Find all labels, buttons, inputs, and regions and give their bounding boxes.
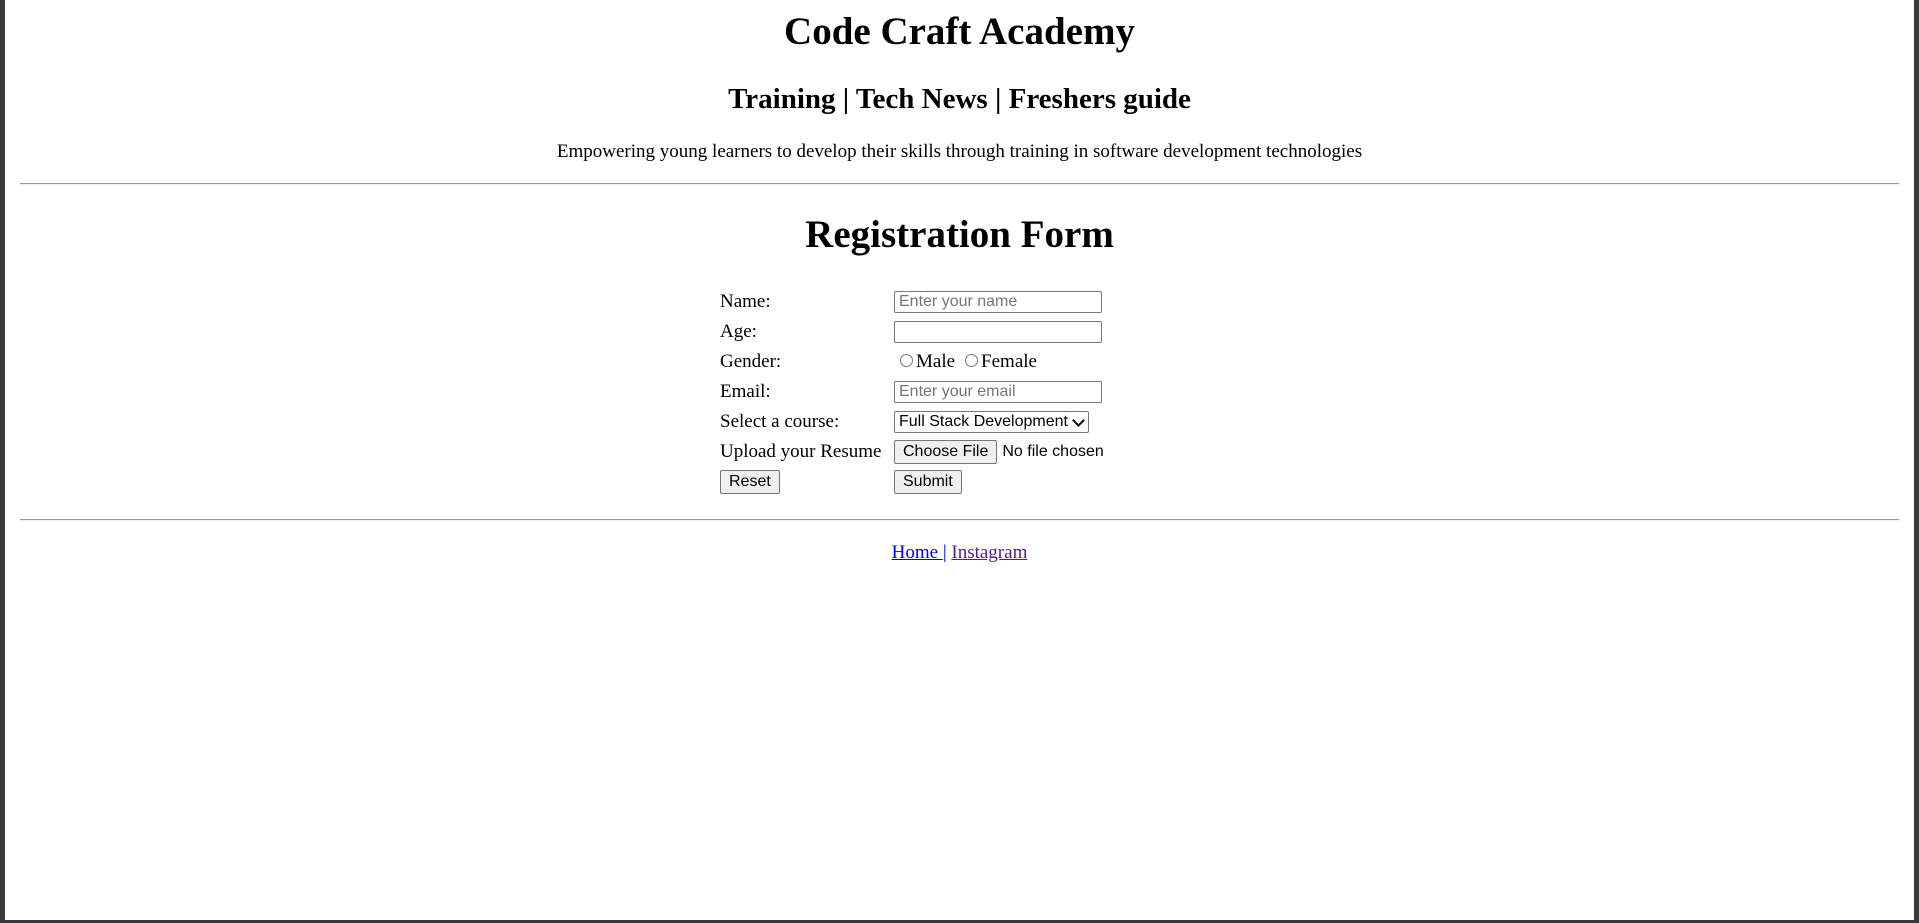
email-input[interactable] (894, 381, 1102, 403)
registration-form: Name: Age: Gender: Male Female (720, 287, 1104, 497)
site-title: Code Craft Academy (784, 10, 1135, 53)
browser-viewport: Code Craft Academy Training | Tech News … (0, 0, 1919, 923)
home-link[interactable]: Home (892, 542, 943, 563)
actions-row: Reset Submit (720, 467, 1104, 497)
male-radio-label[interactable]: Male (916, 351, 955, 373)
course-label: Select a course: (720, 411, 840, 432)
email-label: Email: (720, 381, 771, 402)
footer-links: Home | Instagram (20, 541, 1899, 565)
resume-row: Upload your Resume Choose File No file c… (720, 437, 1104, 467)
name-label: Name: (720, 291, 771, 312)
tagline: Empowering young learners to develop the… (556, 141, 1363, 162)
age-label: Age: (720, 321, 757, 342)
reset-button[interactable]: Reset (720, 470, 780, 494)
header-divider (20, 183, 1899, 185)
submit-button[interactable]: Submit (894, 470, 962, 494)
email-row: Email: (720, 377, 1104, 407)
gender-row: Gender: Male Female (720, 347, 1104, 377)
form-title: Registration Form (805, 213, 1114, 256)
instagram-link[interactable]: Instagram (951, 542, 1027, 563)
male-radio[interactable] (900, 353, 913, 367)
chevron-down-icon (1072, 413, 1085, 427)
file-status-text: No file chosen (1002, 443, 1104, 460)
gender-label: Gender: (720, 351, 782, 372)
footer-divider (20, 519, 1899, 521)
female-radio[interactable] (965, 353, 979, 367)
resume-label: Upload your Resume (720, 441, 882, 462)
course-select[interactable]: Full Stack Development (894, 411, 1089, 433)
age-row: Age: (720, 317, 1104, 347)
footer-separator: | (942, 542, 947, 563)
name-row: Name: (720, 287, 1104, 317)
female-radio-label[interactable]: Female (981, 351, 1037, 373)
course-select-value: Full Stack Development (899, 413, 1068, 430)
section-nav-heading: Training | Tech News | Freshers guide (728, 83, 1191, 115)
name-input[interactable] (894, 291, 1102, 313)
age-input[interactable] (894, 321, 1102, 343)
course-row: Select a course: Full Stack Development (720, 407, 1104, 437)
choose-file-button[interactable]: Choose File (894, 440, 998, 464)
